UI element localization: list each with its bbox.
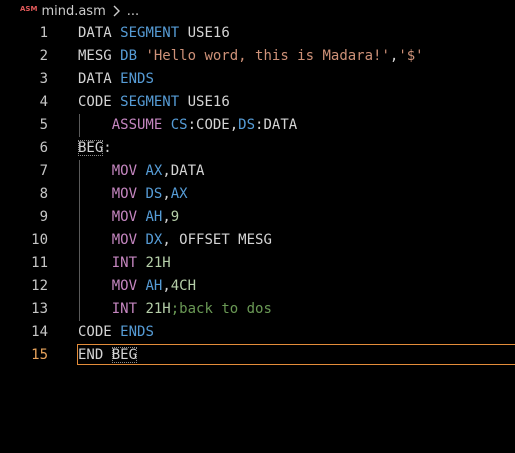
code-line[interactable]: 2 MESG DB 'Hello word, this is Madara!','… <box>0 45 515 68</box>
code-text: MESG DB 'Hello word, this is Madara!','$… <box>78 45 424 68</box>
code-token: , <box>162 278 171 294</box>
code-text: DATA ENDS <box>78 68 154 91</box>
code-text: DATA SEGMENT USE16 <box>78 22 230 45</box>
code-token: USE16 <box>179 94 230 110</box>
code-token: MOV <box>111 209 138 225</box>
line-number: 4 <box>39 94 48 110</box>
code-line[interactable]: 7 MOV AX,DATA <box>0 160 515 183</box>
current-line-highlight <box>77 344 515 365</box>
chevron-right-icon <box>111 4 123 18</box>
code-token: SEGMENT <box>120 94 180 110</box>
code-token: DX <box>145 232 163 248</box>
code-token: MOV <box>111 186 138 202</box>
code-line[interactable]: 11 INT 21H <box>0 252 515 275</box>
code-text: BEG: <box>78 137 112 160</box>
code-text: END BEG <box>78 344 138 367</box>
line-number: 12 <box>31 278 48 294</box>
code-token: ;back to dos <box>170 301 272 317</box>
code-token: AH <box>145 209 163 225</box>
code-token: , OFFSET MESG <box>162 232 272 248</box>
code-token: ASSUME <box>111 117 163 133</box>
asm-file-icon: ASM <box>20 5 38 13</box>
code-token: :DATA <box>255 117 298 133</box>
breadcrumb-file[interactable]: mind.asm <box>41 4 105 19</box>
code-token: INT <box>111 301 138 317</box>
code-token: '$' <box>398 48 424 64</box>
code-token: 21H <box>145 255 171 271</box>
line-number: 7 <box>39 163 48 179</box>
line-number: 5 <box>39 117 48 133</box>
code-token: , <box>162 186 171 202</box>
code-text: ASSUME CS:CODE,DS:DATA <box>78 114 297 137</box>
code-token: DS <box>145 186 163 202</box>
code-text: CODE SEGMENT USE16 <box>78 91 230 114</box>
code-line[interactable]: 4 CODE SEGMENT USE16 <box>0 91 515 114</box>
line-number: 8 <box>39 186 48 202</box>
code-token: ,DATA <box>162 163 205 179</box>
code-token: , <box>162 209 171 225</box>
code-line[interactable]: 1 DATA SEGMENT USE16 <box>0 22 515 45</box>
code-token: BEG <box>78 140 104 156</box>
code-text: MOV AH,9 <box>78 206 179 229</box>
line-number: 13 <box>31 301 48 317</box>
code-token: BEG <box>111 347 138 363</box>
code-token: MOV <box>111 232 138 248</box>
code-token: MESG <box>78 48 121 64</box>
code-token: CODE <box>78 94 121 110</box>
code-token: 9 <box>170 209 180 225</box>
code-token: CS <box>170 117 188 133</box>
code-token: 21H <box>145 301 171 317</box>
code-token: AH <box>145 278 163 294</box>
code-line[interactable]: 13 INT 21H;back to dos <box>0 298 515 321</box>
line-number: 3 <box>39 71 48 87</box>
code-line[interactable]: 15 END BEG <box>0 344 515 367</box>
code-token: SEGMENT <box>120 25 180 41</box>
code-line[interactable]: 12 MOV AH,4CH <box>0 275 515 298</box>
breadcrumb: ASM mind.asm ... <box>0 0 515 22</box>
code-token: END <box>78 347 112 363</box>
code-token: DS <box>238 117 256 133</box>
line-number: 15 <box>31 347 48 363</box>
code-text: MOV DS,AX <box>78 183 188 206</box>
code-token: AX <box>145 163 163 179</box>
code-text: MOV AH,4CH <box>78 275 196 298</box>
code-token: CODE <box>78 324 121 340</box>
code-line[interactable]: 3 DATA ENDS <box>0 68 515 91</box>
code-token: ENDS <box>120 71 154 87</box>
code-text: CODE ENDS <box>78 321 154 344</box>
code-token: MOV <box>111 163 138 179</box>
code-token: AX <box>170 186 188 202</box>
line-number: 9 <box>39 209 48 225</box>
line-number: 14 <box>31 324 48 340</box>
breadcrumb-symbols[interactable]: ... <box>127 4 139 19</box>
code-line[interactable]: 5 ASSUME CS:CODE,DS:DATA <box>0 114 515 137</box>
code-line[interactable]: 9 MOV AH,9 <box>0 206 515 229</box>
code-text: MOV DX, OFFSET MESG <box>78 229 272 252</box>
line-number: 11 <box>31 255 48 271</box>
line-number: 10 <box>31 232 48 248</box>
line-number: 1 <box>39 25 48 41</box>
code-token: USE16 <box>179 25 230 41</box>
code-line[interactable]: 6 BEG: <box>0 137 515 160</box>
code-token: 'Hello word, this is Madara!' <box>145 48 390 64</box>
line-number: 2 <box>39 48 48 64</box>
code-line[interactable]: 8 MOV DS,AX <box>0 183 515 206</box>
code-text: INT 21H <box>78 252 171 275</box>
code-text: MOV AX,DATA <box>78 160 205 183</box>
code-line[interactable]: 10 MOV DX, OFFSET MESG <box>0 229 515 252</box>
code-token: :CODE, <box>187 117 239 133</box>
code-token: 4CH <box>170 278 197 294</box>
line-number: 6 <box>39 140 48 156</box>
code-token: INT <box>111 255 138 271</box>
code-token: MOV <box>111 278 138 294</box>
code-token: DB <box>120 48 138 64</box>
code-line[interactable]: 14 CODE ENDS <box>0 321 515 344</box>
code-token: DATA <box>78 25 121 41</box>
code-text: INT 21H;back to dos <box>78 298 272 321</box>
code-token: : <box>103 140 112 156</box>
code-editor[interactable]: 1 DATA SEGMENT USE16 2 MESG DB 'Hello word,… <box>0 22 515 453</box>
code-token: ENDS <box>120 324 154 340</box>
code-token: DATA <box>78 71 121 87</box>
